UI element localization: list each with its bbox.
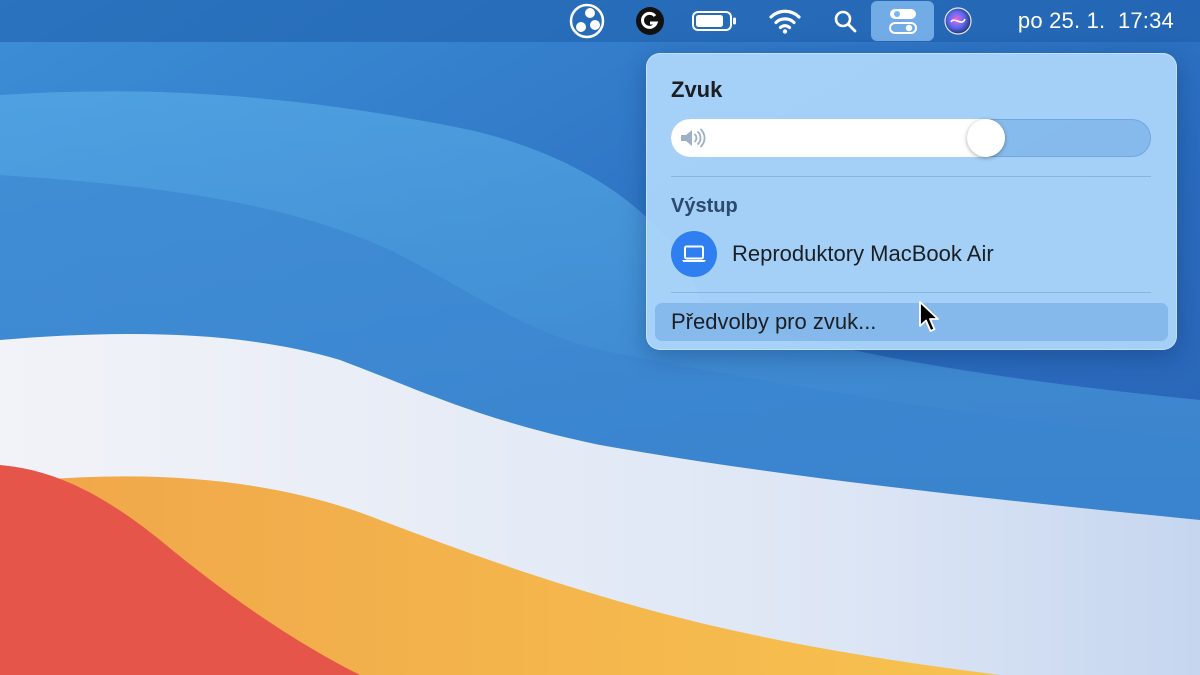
obs-studio-icon[interactable] (565, 0, 609, 42)
volume-slider-fill (671, 119, 1006, 157)
divider (671, 292, 1151, 293)
volume-slider-knob[interactable] (967, 119, 1006, 157)
panel-title: Zvuk (671, 77, 723, 102)
wifi-icon[interactable] (767, 0, 803, 42)
output-device-item[interactable]: Reproduktory MacBook Air (671, 231, 1151, 277)
battery-icon[interactable] (690, 0, 740, 42)
siri-icon[interactable] (941, 0, 975, 42)
spotlight-search-icon[interactable] (828, 0, 862, 42)
output-section-title: Výstup (671, 195, 738, 217)
sound-panel: Zvuk Výstup Reproduktory MacBook Air Pře… (646, 53, 1177, 350)
menu-bar: po 25. 1. 17:34 (0, 0, 1200, 42)
menu-bar-clock[interactable]: po 25. 1. 17:34 (1018, 0, 1174, 42)
output-device-label: Reproduktory MacBook Air (732, 241, 994, 266)
sound-preferences-menu-item[interactable]: Předvolby pro zvuk... (655, 303, 1168, 341)
grammarly-icon[interactable] (632, 0, 668, 42)
speaker-volume-icon (679, 128, 707, 153)
laptop-icon (671, 231, 717, 277)
divider (671, 176, 1151, 177)
sound-preferences-label: Předvolby pro zvuk... (671, 309, 877, 334)
control-center-icon[interactable] (871, 1, 934, 41)
volume-slider[interactable] (671, 119, 1151, 157)
mouse-pointer-icon (919, 301, 939, 332)
